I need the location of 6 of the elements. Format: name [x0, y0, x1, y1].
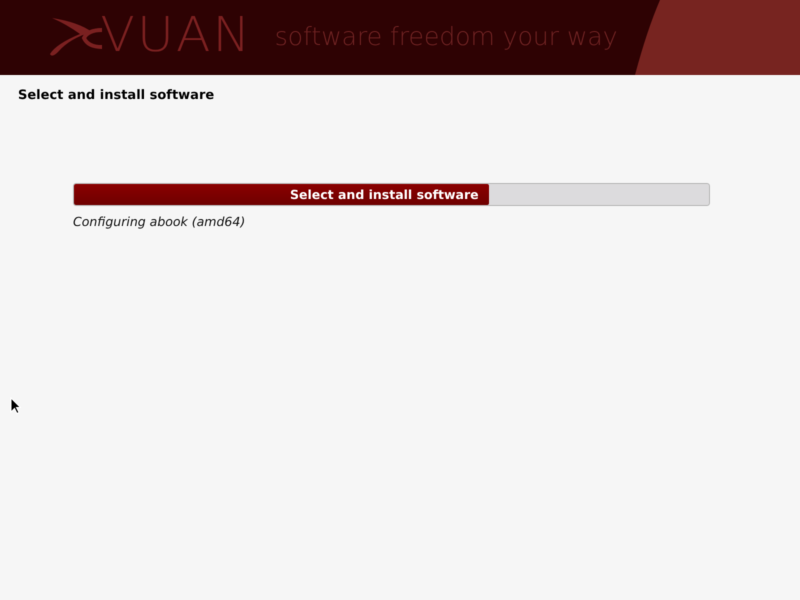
status-text: Configuring abook (amd64) [73, 214, 246, 229]
logo-text: VUAN [100, 10, 252, 58]
progress-label: Select and install software [290, 187, 479, 202]
tagline: software freedom your way [274, 22, 618, 51]
page-title: Select and install software [18, 88, 216, 103]
cursor-icon [10, 397, 21, 414]
